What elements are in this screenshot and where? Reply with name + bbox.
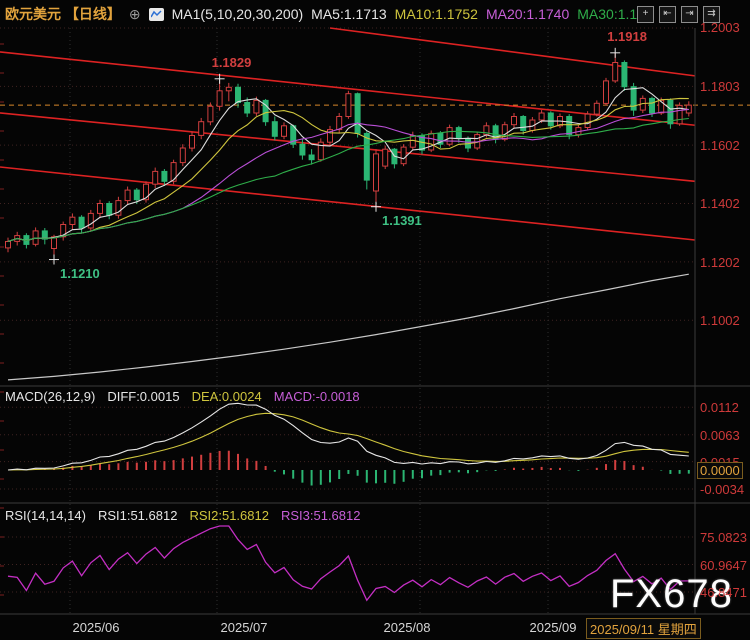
rsi-panel-header: RSI(14,14,14) RSI1:51.6812 RSI2:51.6812 … [5, 508, 360, 523]
candle-body [539, 113, 544, 120]
candle-body [98, 204, 103, 214]
candle-body [79, 217, 84, 228]
candle-body [282, 126, 287, 137]
candle-body [88, 213, 93, 228]
rsi-axis-label: 46.8471 [700, 585, 747, 600]
candle-body [208, 106, 213, 122]
candle-body [613, 63, 618, 81]
candle-body [355, 94, 360, 134]
candle-body [180, 148, 185, 163]
candle-body [217, 91, 222, 107]
candle-body [622, 63, 627, 87]
candle-body [254, 100, 259, 113]
trendline [0, 113, 695, 181]
time-axis-label: 2025/07 [221, 620, 268, 635]
candle-body [650, 98, 655, 113]
symbol-name: 欧元美元 [5, 6, 61, 22]
macd-diff-value: DIFF:0.0015 [107, 389, 179, 404]
ma-settings-label: MA1(5,10,20,30,200) [172, 6, 304, 22]
price-annotation: 1.1918 [607, 29, 647, 44]
price-annotation: 1.1829 [212, 55, 252, 70]
candle-body [364, 133, 369, 180]
candle-body [134, 190, 139, 200]
ma10-value: MA10:1.1752 [395, 6, 478, 22]
current-date-label[interactable]: 2025/09/11 星期四 [586, 618, 701, 639]
candle-body [162, 171, 167, 181]
time-axis-label: 2025/08 [384, 620, 431, 635]
indicator-chart-icon[interactable] [149, 8, 164, 21]
timeframe-label: 【日线】 [65, 6, 121, 22]
candle-body [548, 113, 553, 126]
ma30-line [8, 119, 689, 242]
symbol-period-label[interactable]: 欧元美元 【日线】 [5, 4, 121, 24]
candle-body [107, 204, 112, 216]
price-axis-label: 1.1803 [700, 79, 740, 94]
price-axis-label: 1.1602 [700, 138, 740, 153]
shift-axis-right-icon[interactable]: ⇥ [681, 6, 698, 23]
candle-body [153, 171, 158, 184]
candle-body [447, 128, 452, 145]
candle-body [512, 117, 517, 125]
candle-body [245, 103, 250, 114]
price-annotation: 1.1391 [382, 213, 422, 228]
rsi1-value: RSI1:51.6812 [98, 508, 178, 523]
macd-dea-value: DEA:0.0024 [192, 389, 262, 404]
candle-body [6, 242, 11, 248]
candle-body [300, 144, 305, 155]
candle-body [594, 103, 599, 114]
candle-body [346, 94, 351, 117]
candle-body [567, 117, 572, 135]
candle-body [199, 122, 204, 136]
candle-body [374, 154, 379, 191]
diff-line [8, 403, 689, 470]
macd-hist-value: MACD:-0.0018 [274, 389, 360, 404]
rsi3-value: RSI3:51.6812 [281, 508, 361, 523]
price-annotation: 1.1210 [60, 266, 100, 281]
macd-axis-label: 0.0112 [700, 400, 739, 415]
candle-body [190, 136, 195, 149]
price-axis-label: 1.1202 [700, 255, 740, 270]
candle-body [456, 128, 461, 139]
rsi2-value: RSI2:51.6812 [189, 508, 269, 523]
candle-body [401, 147, 406, 164]
zigzag-glyph [151, 10, 162, 19]
ma200-line [8, 274, 689, 380]
macd-axis-label: 0.0063 [700, 428, 740, 443]
macd-zero-label: 0.0000 [697, 462, 743, 479]
fx-chart-window: FX678 欧元美元 【日线】 ⊕ MA1(5,10,20,30,200) MA… [0, 0, 750, 640]
pan-tool-icon[interactable]: + [637, 6, 654, 23]
price-axis-label: 1.1002 [700, 313, 740, 328]
rsi-axis-label: 60.9647 [700, 558, 747, 573]
chart-header: 欧元美元 【日线】 ⊕ MA1(5,10,20,30,200) MA5:1.17… [5, 4, 653, 24]
candle-body [383, 149, 388, 166]
shift-axis-left-icon[interactable]: ⇤ [659, 6, 676, 23]
ma20-value: MA20:1.1740 [486, 6, 569, 22]
candle-body [125, 190, 130, 201]
time-axis-label: 2025/06 [73, 620, 120, 635]
rsi-settings-label: RSI(14,14,14) [5, 508, 86, 523]
circle-plus-icon[interactable]: ⊕ [129, 6, 141, 23]
time-axis-label: 2025/09 [530, 620, 577, 635]
candle-body [521, 117, 526, 131]
candle-body [272, 122, 277, 137]
candle-body [70, 217, 75, 224]
chart-canvas[interactable] [0, 0, 750, 640]
macd-axis-label: -0.0034 [700, 482, 744, 497]
candle-body [429, 133, 434, 150]
candle-body [226, 87, 231, 91]
candle-body [309, 155, 314, 160]
candle-body [236, 87, 241, 102]
chart-toolbar: + ⇤ ⇥ ⇉ [637, 6, 720, 23]
macd-settings-label: MACD(26,12,9) [5, 389, 95, 404]
rsi-axis-label: 75.0823 [700, 530, 747, 545]
candle-body [585, 114, 590, 127]
price-axis-label: 1.1402 [700, 196, 740, 211]
scroll-to-latest-icon[interactable]: ⇉ [703, 6, 720, 23]
candle-body [604, 81, 609, 104]
ma5-value: MA5:1.1713 [311, 6, 387, 22]
macd-panel-header: MACD(26,12,9) DIFF:0.0015 DEA:0.0024 MAC… [5, 389, 360, 404]
